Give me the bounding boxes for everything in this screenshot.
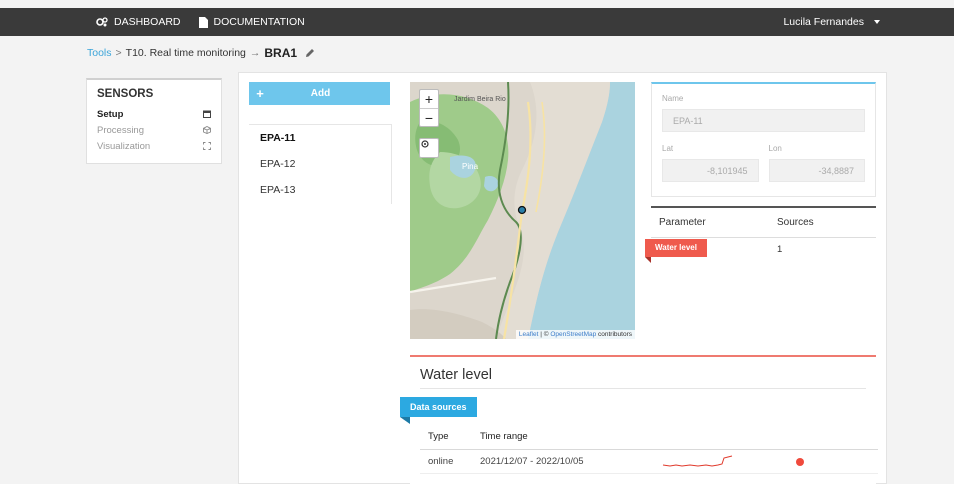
lon-field[interactable]: -34,8887 [768, 159, 865, 182]
sidebar-item-label: Visualization [97, 140, 151, 152]
breadcrumb: Tools > T10. Real time monitoring → BRA1 [87, 46, 315, 60]
nav-dashboard[interactable]: DASHBOARD [96, 16, 181, 28]
parameter-header: Parameter [659, 217, 706, 228]
map-attribution: Leaflet | © OpenStreetMap contributors [515, 330, 635, 339]
table-row[interactable]: Water level 1 [645, 238, 876, 263]
lon-label: Lon [768, 144, 782, 153]
user-name: Lucila Fernandes [783, 16, 864, 28]
sensor-item-epa-12[interactable]: EPA-12 [249, 151, 391, 177]
cube-icon [203, 126, 211, 134]
breadcrumb-arrow: → [249, 47, 261, 59]
osm-link[interactable]: OpenStreetMap [550, 331, 596, 338]
breadcrumb-project: T10. Real time monitoring [125, 47, 246, 59]
water-level-panel: Water level Data sources Type Time range… [400, 355, 878, 484]
breadcrumb-tools-link[interactable]: Tools [87, 47, 112, 59]
pencil-icon[interactable] [305, 48, 315, 58]
name-field[interactable]: EPA-11 [662, 109, 865, 132]
document-icon [198, 16, 208, 28]
sidebar-item-visualization[interactable]: Visualization [97, 138, 211, 154]
nav-documentation-label: DOCUMENTATION [213, 16, 305, 28]
map-tiles [410, 82, 635, 339]
expand-icon [203, 142, 211, 150]
lat-field[interactable]: -8,101945 [662, 159, 759, 182]
type-header: Type [428, 431, 449, 442]
status-dot [796, 457, 804, 466]
attribution-sep: | © [538, 331, 551, 338]
chevron-down-icon [874, 20, 880, 24]
main-nav: DASHBOARD DOCUMENTATION [96, 8, 305, 36]
calendar-icon [203, 110, 211, 118]
sources-count: 1 [777, 243, 783, 255]
leaflet-link[interactable]: Leaflet [519, 331, 539, 338]
top-navbar: DASHBOARD DOCUMENTATION Lucila Fernandes [0, 8, 954, 36]
water-level-title: Water level [420, 367, 492, 383]
sidebar-item-processing[interactable]: Processing [97, 122, 211, 138]
nav-dashboard-label: DASHBOARD [114, 16, 181, 28]
map-zoom-control: + − [419, 89, 439, 127]
data-sources-table: Type Time range online 2021/12/07 - 2022… [420, 424, 878, 474]
user-menu[interactable]: Lucila Fernandes [783, 8, 880, 36]
nav-documentation[interactable]: DOCUMENTATION [198, 16, 305, 28]
sensor-item-epa-11[interactable]: EPA-11 [249, 125, 391, 151]
parameters-table: Parameter Sources Water level 1 [645, 206, 876, 263]
sidebar-item-label: Processing [97, 124, 144, 136]
time-range-header: Time range [480, 431, 528, 442]
sources-header: Sources [777, 217, 814, 228]
sidebar-title: SENSORS [97, 88, 154, 100]
zoom-in-button[interactable]: + [420, 90, 438, 108]
table-row[interactable]: online 2021/12/07 - 2022/10/05 [420, 450, 878, 474]
attribution-tail: contributors [596, 331, 632, 338]
sensor-map[interactable]: Jardim Beira Rio Pina + − Leaflet | © Op… [410, 82, 635, 339]
name-label: Name [662, 94, 684, 103]
map-label-pina: Pina [462, 162, 479, 171]
sidebar-item-setup[interactable]: Setup [97, 106, 211, 122]
parameters-header: Parameter Sources [651, 208, 876, 238]
crosshair-icon [421, 140, 429, 148]
sidebar-item-label: Setup [97, 108, 124, 120]
divider [420, 388, 866, 389]
table-header: Type Time range [420, 424, 878, 450]
sparkline [662, 455, 733, 467]
source-type: online [428, 456, 454, 467]
parameter-badge[interactable]: Water level [645, 239, 707, 263]
sensor-item-epa-13[interactable]: EPA-13 [249, 177, 391, 203]
sensors-sidebar: SENSORS Setup Processing Visualization [86, 78, 222, 164]
cogs-icon [96, 17, 108, 27]
lat-label: Lat [662, 144, 674, 153]
plus-icon: + [256, 86, 264, 101]
zoom-out-button[interactable]: − [420, 108, 438, 126]
breadcrumb-separator: > [115, 47, 122, 59]
data-sources-tab[interactable]: Data sources [400, 397, 477, 424]
sensor-list: EPA-11 EPA-12 EPA-13 [249, 124, 392, 204]
map-label-jardim: Jardim Beira Rio [454, 96, 506, 103]
breadcrumb-current: BRA1 [264, 46, 298, 60]
sensor-info-panel: Name EPA-11 Lat -8,101945 Lon -34,8887 [651, 82, 876, 197]
locate-button[interactable] [419, 138, 439, 158]
source-time-range: 2021/12/07 - 2022/10/05 [480, 456, 584, 467]
add-button-label: Add [310, 88, 331, 99]
add-sensor-button[interactable]: + Add [249, 82, 390, 105]
